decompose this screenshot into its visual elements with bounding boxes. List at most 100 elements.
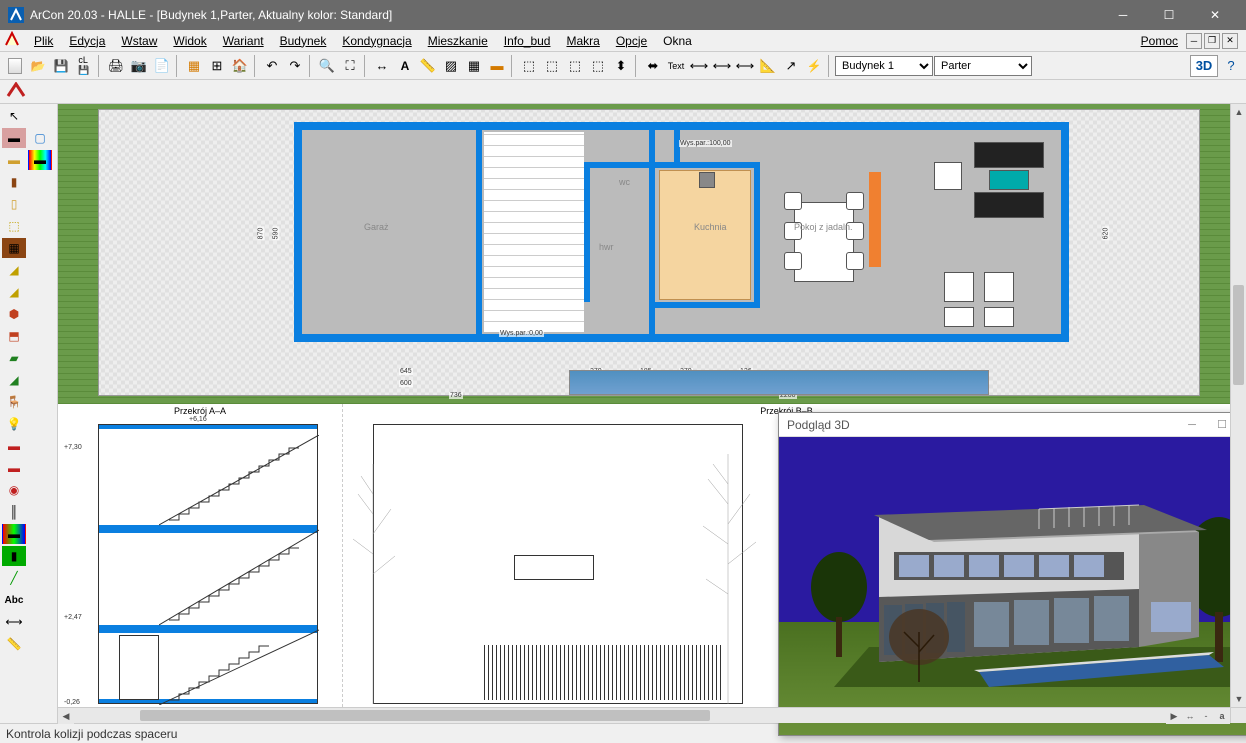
undo-button[interactable]: ↶: [261, 55, 283, 77]
select-tool[interactable]: ↖: [2, 106, 26, 126]
menu-wariant[interactable]: Wariant: [215, 32, 272, 50]
camera-button[interactable]: 📷: [128, 55, 150, 77]
light-tool[interactable]: 💡: [2, 414, 26, 434]
red-tool-3[interactable]: ◉: [2, 480, 26, 500]
section-a-view[interactable]: Przekrój A–A: [58, 404, 343, 707]
stairs-tool[interactable]: ║: [2, 502, 26, 522]
vertical-scrollbar[interactable]: ▲ ▼: [1230, 104, 1246, 707]
horizontal-scrollbar[interactable]: ◀ ▶ ↔ - a: [58, 707, 1230, 723]
menu-wstaw[interactable]: Wstaw: [113, 32, 165, 50]
north-button[interactable]: ↗: [780, 55, 802, 77]
menu-edycja[interactable]: Edycja: [61, 32, 113, 50]
text-tool[interactable]: Abc: [2, 590, 26, 610]
menu-budynek[interactable]: Budynek: [272, 32, 335, 50]
save-file-button[interactable]: 💾: [50, 55, 72, 77]
preview-3d-window[interactable]: Podgląd 3D ─ ☐ ✕: [778, 412, 1246, 736]
close-button[interactable]: ✕: [1192, 0, 1238, 30]
layout-button-2[interactable]: ⊞: [206, 55, 228, 77]
angle-button[interactable]: 📐: [757, 55, 779, 77]
drawing-canvas[interactable]: Garaż Kuchnia Pokoj z jadaln. hwr wc 645…: [58, 104, 1246, 723]
green-tool-1[interactable]: ▰: [2, 348, 26, 368]
plan-view[interactable]: Garaż Kuchnia Pokoj z jadaln. hwr wc 645…: [58, 104, 1230, 404]
roof-tool-2[interactable]: ⬒: [2, 326, 26, 346]
furniture-tool[interactable]: 🪑: [2, 392, 26, 412]
dimension-button[interactable]: ↔: [371, 55, 393, 77]
menu-mieszkanie[interactable]: Mieszkanie: [420, 32, 496, 50]
layer-button-4[interactable]: ⬚: [587, 55, 609, 77]
redo-button[interactable]: ↷: [284, 55, 306, 77]
green-box-tool[interactable]: ▮: [2, 546, 26, 566]
wall-tool[interactable]: ▬: [2, 128, 26, 148]
new-file-button[interactable]: [4, 55, 26, 77]
fill-button[interactable]: ▬: [486, 55, 508, 77]
house-3d-button[interactable]: 🏠: [229, 55, 251, 77]
view-3d-button[interactable]: 3D: [1190, 55, 1218, 77]
window-titlebar: ArCon 20.03 - HALLE - [Budynek 1,Parter,…: [0, 0, 1246, 30]
help-button[interactable]: ?: [1220, 55, 1242, 77]
dimension-tool[interactable]: ⟷: [2, 612, 26, 632]
maximize-button[interactable]: ☐: [1146, 0, 1192, 30]
floor-combo[interactable]: Parter: [934, 56, 1032, 76]
logo-bar: [0, 80, 1246, 104]
menu-pomoc[interactable]: Pomoc: [1133, 32, 1186, 50]
mdi-restore[interactable]: ❐: [1204, 33, 1220, 49]
mdi-minimize[interactable]: ─: [1186, 33, 1202, 49]
roof-tool-1[interactable]: ⬢: [2, 304, 26, 324]
window-tool[interactable]: ▯: [2, 194, 26, 214]
dim-tool-1[interactable]: ⟷: [688, 55, 710, 77]
layer-button-3[interactable]: ⬚: [564, 55, 586, 77]
slab-tool[interactable]: ▬: [2, 150, 26, 170]
menu-okna[interactable]: Okna: [655, 32, 700, 50]
preview-3d-titlebar[interactable]: Podgląd 3D ─ ☐ ✕: [779, 413, 1246, 437]
mdi-close[interactable]: ✕: [1222, 33, 1238, 49]
layer-tool-1[interactable]: ◢: [2, 260, 26, 280]
red-tool-1[interactable]: ▬: [2, 436, 26, 456]
menu-opcje[interactable]: Opcje: [608, 32, 655, 50]
hatch-button[interactable]: ▨: [440, 55, 462, 77]
box-tool[interactable]: ▢: [28, 128, 52, 148]
layer-button-1[interactable]: ⬚: [518, 55, 540, 77]
menu-plik[interactable]: Plik: [26, 32, 61, 50]
grid-button[interactable]: ▦: [463, 55, 485, 77]
door-tool[interactable]: ▮: [2, 172, 26, 192]
save-as-button[interactable]: cL💾: [73, 55, 95, 77]
layer-button-2[interactable]: ⬚: [541, 55, 563, 77]
menu-infobud[interactable]: Info_bud: [496, 32, 559, 50]
print-button[interactable]: 🖨: [105, 55, 127, 77]
line-tool[interactable]: ╱: [2, 568, 26, 588]
measure-tool[interactable]: 📏: [2, 634, 26, 654]
tree-sketch-icon-2: [683, 414, 773, 704]
menu-widok[interactable]: Widok: [165, 32, 214, 50]
minimize-button[interactable]: ─: [1100, 0, 1146, 30]
zoom-fit-button[interactable]: ⛶: [339, 55, 361, 77]
dim-tool-2[interactable]: ⟷: [711, 55, 733, 77]
preview-3d-viewport[interactable]: [779, 437, 1246, 735]
menu-makra[interactable]: Makra: [558, 32, 607, 50]
chart-tool[interactable]: ▬: [2, 524, 26, 544]
zoom-button[interactable]: 🔍: [316, 55, 338, 77]
vertical-scroll-thumb[interactable]: [1233, 285, 1244, 385]
red-tool-2[interactable]: ▬: [2, 458, 26, 478]
dim-tool-3[interactable]: ⟷: [734, 55, 756, 77]
component-tool[interactable]: ⬚: [2, 216, 26, 236]
layout-button-1[interactable]: ▦: [183, 55, 205, 77]
lightning-button[interactable]: ⚡: [803, 55, 825, 77]
color-tool[interactable]: ▬: [28, 150, 52, 170]
texture-tool[interactable]: ▦: [2, 238, 26, 258]
section-a-title: Przekrój A–A: [174, 406, 226, 416]
preview-3d-minimize[interactable]: ─: [1177, 413, 1207, 437]
export-button[interactable]: 📄: [151, 55, 173, 77]
menu-kondygnacja[interactable]: Kondygnacja: [334, 32, 419, 50]
text-button[interactable]: Text: [665, 55, 687, 77]
horizontal-scroll-thumb[interactable]: [140, 710, 710, 721]
room-label-garage: Garaż: [364, 222, 389, 232]
window-title: ArCon 20.03 - HALLE - [Budynek 1,Parter,…: [30, 8, 1100, 22]
ruler-button[interactable]: 📏: [417, 55, 439, 77]
building-combo[interactable]: Budynek 1: [835, 56, 933, 76]
green-tool-2[interactable]: ◢: [2, 370, 26, 390]
layer-tool-2[interactable]: ◢: [2, 282, 26, 302]
text-label-button[interactable]: A: [394, 55, 416, 77]
open-file-button[interactable]: 📂: [27, 55, 49, 77]
layer-button-5[interactable]: ⬍: [610, 55, 632, 77]
section-button[interactable]: ⬌: [642, 55, 664, 77]
